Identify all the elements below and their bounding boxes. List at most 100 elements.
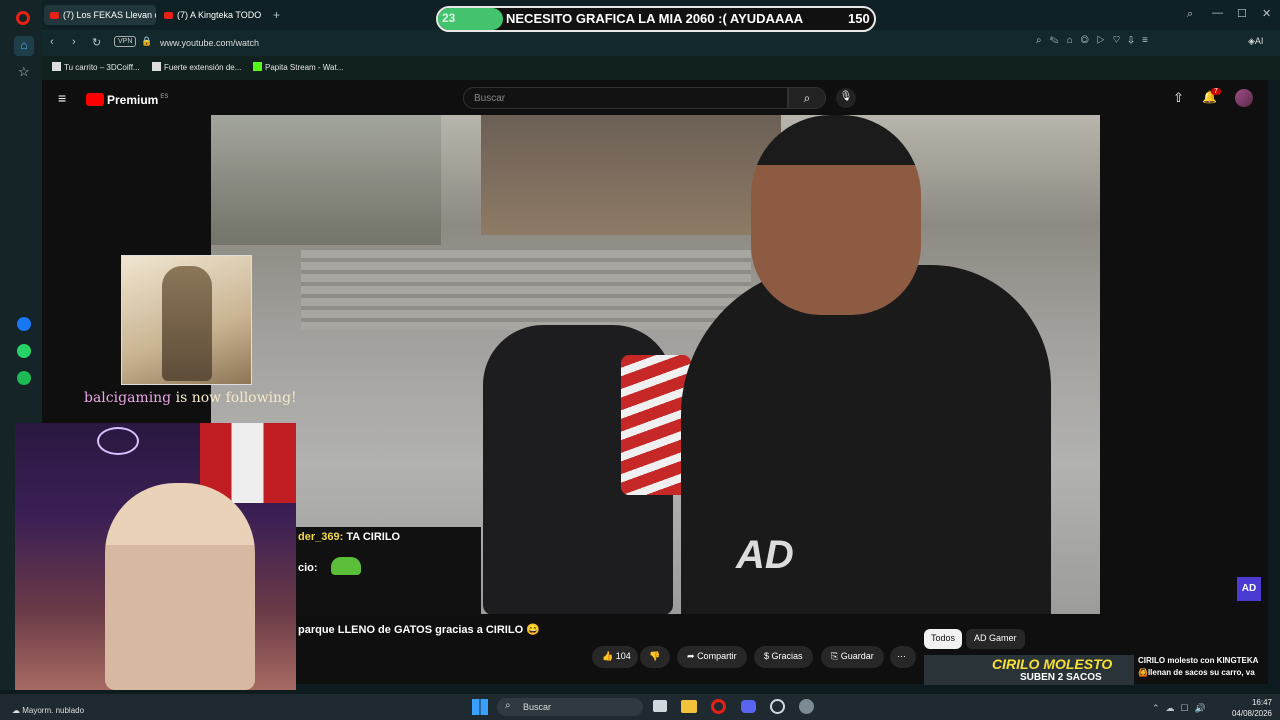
tab-1[interactable]: (7) Los FEKAS Llevan c: [44, 5, 156, 25]
search-input[interactable]: Buscar: [463, 87, 788, 109]
video-description: parque LLENO de GATOS gracias a CIRILO 😄: [298, 624, 540, 636]
bookmark-2-label: Fuerte extensión de...: [164, 63, 242, 72]
chip-all[interactable]: Todos: [924, 629, 963, 649]
forward-icon[interactable]: ›: [72, 36, 76, 48]
taskbar-search-label: Buscar: [523, 702, 552, 712]
discord-icon[interactable]: [741, 700, 756, 713]
figure-silhouette: [162, 266, 212, 381]
donation-title: NECESITO GRAFICA LA MIA 2060 :( AYUDAAAA: [506, 11, 804, 26]
settings-icon[interactable]: [799, 699, 814, 714]
video-scene-building: [481, 115, 781, 235]
notifications-button[interactable]: 🔔 7: [1202, 88, 1221, 104]
clock-date[interactable]: 04/08/2026: [1226, 709, 1272, 718]
logo-text: Premium: [107, 93, 159, 107]
share-button[interactable]: ➦ Compartir: [677, 646, 747, 668]
search-icon: ⌕: [505, 700, 511, 711]
weather-widget[interactable]: ☁ Mayorm. nublado: [12, 706, 84, 715]
minimize-button[interactable]: —: [1212, 7, 1223, 19]
recommended-title[interactable]: CIRILO molesto con KINGTEKA: [1138, 656, 1258, 665]
chip-channel[interactable]: AD Gamer: [966, 629, 1025, 649]
save-label: Guardar: [840, 651, 874, 661]
app-icon[interactable]: [770, 699, 785, 714]
maximize-button[interactable]: ☐: [1237, 7, 1247, 20]
task-view-icon[interactable]: [653, 700, 667, 712]
video-watermark: AD: [736, 533, 794, 577]
follow-alert-text: balcigaming is now following!: [84, 390, 297, 406]
neon-planet-icon: [97, 427, 139, 455]
close-button[interactable]: ✕: [1262, 7, 1271, 20]
home-icon[interactable]: ⌂: [14, 36, 34, 56]
thumbnail-line-1: CIRILO MOLESTO: [992, 656, 1113, 672]
chat-overlay: der_369: TA CIRILO cio:: [296, 527, 481, 615]
follow-alert-image: [121, 255, 252, 385]
new-tab-button[interactable]: +: [273, 8, 280, 22]
chat-emote-icon: [330, 557, 361, 575]
upload-icon[interactable]: ⇧: [1173, 90, 1184, 106]
tab-2[interactable]: (7) A Kingteka TODO les s: [158, 5, 264, 25]
explorer-icon[interactable]: [681, 700, 697, 713]
opera-taskbar-icon[interactable]: [711, 699, 726, 714]
whatsapp-icon[interactable]: [17, 344, 31, 358]
mic-icon: 🎙: [839, 91, 853, 102]
donation-current: 23: [442, 11, 456, 25]
recommended-subtitle: 🙆llenan de sacos su carro, va: [1138, 668, 1255, 677]
weather-label: Mayorm. nublado: [22, 706, 85, 715]
bookmark-icon: [152, 62, 161, 71]
chat-line: der_369: TA CIRILO: [298, 531, 400, 543]
video-scene-head: [751, 115, 921, 315]
avatar[interactable]: [1235, 89, 1253, 107]
opera-logo-icon[interactable]: [16, 11, 30, 25]
ai-button[interactable]: ◈AI: [1248, 36, 1263, 47]
toolbar-icons[interactable]: ⌕✎⌂◎▷♡⇩≡: [1036, 35, 1156, 46]
back-icon[interactable]: ‹: [50, 36, 54, 48]
bookmark-1-label: Tu carrito – 3DCoiff...: [64, 63, 140, 72]
streamer-figure: [105, 483, 255, 690]
tab-search-icon[interactable]: ⌕: [1187, 8, 1193, 21]
thanks-label: Gracias: [771, 651, 803, 661]
webcam-feed: [15, 423, 296, 690]
spotify-icon[interactable]: [17, 371, 31, 385]
chat-message: TA CIRILO: [346, 531, 401, 543]
voice-search-button[interactable]: 🎙: [836, 88, 856, 108]
thumbs-down-icon: 👎: [649, 651, 661, 661]
youtube-icon: [164, 12, 173, 19]
recommended-thumbnail[interactable]: CIRILO MOLESTO SUBEN 2 SACOS: [924, 655, 1134, 685]
bookmark-1[interactable]: Tu carrito – 3DCoiff...: [52, 62, 140, 72]
search-button[interactable]: ⌕: [788, 87, 826, 109]
donation-goal: 150: [848, 11, 870, 26]
more-icon: ⋯: [897, 651, 906, 661]
bookmark-2[interactable]: Fuerte extensión de...: [152, 62, 241, 72]
more-actions-button[interactable]: ⋯: [890, 646, 916, 668]
bookmark-3[interactable]: Papita Stream - Wat...: [253, 62, 343, 72]
thumbnail-line-2: SUBEN 2 SACOS: [1020, 672, 1102, 683]
menu-icon[interactable]: ≡: [58, 90, 66, 106]
region-label: ES: [160, 93, 169, 100]
save-button[interactable]: ⎘ Guardar: [821, 646, 884, 668]
messenger-icon[interactable]: [17, 317, 31, 331]
clock-time[interactable]: 16:47: [1226, 698, 1272, 707]
windows-start-icon[interactable]: [472, 699, 488, 715]
url-field[interactable]: www.youtube.com/watch: [160, 38, 259, 48]
tab-1-title: (7) Los FEKAS Llevan c: [63, 10, 156, 20]
channel-badge[interactable]: AD: [1237, 577, 1261, 601]
thanks-button[interactable]: $ Gracias: [754, 646, 813, 668]
chat-user: der_369:: [298, 531, 344, 543]
chat-line: cio:: [298, 557, 361, 575]
taskbar-search[interactable]: Buscar: [497, 698, 643, 716]
dislike-button[interactable]: 👎: [640, 646, 670, 668]
vpn-badge[interactable]: VPN: [114, 36, 137, 47]
tray-icons[interactable]: ⌃☁☐🔊: [1152, 703, 1212, 714]
thanks-icon: $: [764, 651, 770, 661]
share-icon: ➦: [687, 651, 695, 661]
reload-icon[interactable]: ↻: [92, 36, 101, 49]
search-icon: ⌕: [803, 91, 811, 105]
bookmark-icon: [253, 62, 262, 71]
ai-icon: ◈: [1248, 36, 1255, 46]
star-icon[interactable]: ☆: [18, 64, 30, 80]
youtube-logo[interactable]: Premium ES: [86, 91, 168, 109]
thumbs-up-icon: 👍: [602, 651, 614, 661]
like-button[interactable]: 👍 104: [592, 646, 638, 668]
tab-2-title: (7) A Kingteka TODO les s: [177, 10, 264, 20]
youtube-icon: [50, 12, 59, 19]
bookmark-3-label: Papita Stream - Wat...: [265, 63, 344, 72]
